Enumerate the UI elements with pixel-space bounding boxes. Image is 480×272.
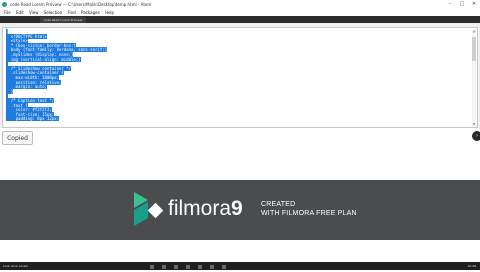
scroll-down-icon[interactable]: ▼	[472, 122, 476, 126]
scroll-up-icon[interactable]: ▲	[472, 29, 476, 33]
free-plan-line: WITH FILMORA FREE PLAN	[261, 210, 357, 217]
brand-name: filmora	[168, 197, 232, 220]
created-line: CREATED	[261, 201, 296, 208]
taskbar-apps	[150, 264, 233, 272]
atom-app-icon	[2, 2, 7, 7]
menu-selection[interactable]: Selection	[44, 9, 62, 16]
taskbar-app-icon[interactable]	[221, 265, 226, 269]
menu-help[interactable]: Help	[105, 9, 114, 16]
copied-button[interactable]: Copied	[2, 131, 33, 145]
taskbar: Look Give Lorem 10:48	[0, 262, 480, 270]
menu-edit[interactable]: Edit	[16, 9, 24, 16]
minimize-button[interactable]: –	[444, 0, 456, 9]
code-textarea[interactable]: { <!DOCTYPE html> <style> * {box-sizing:…	[2, 27, 478, 128]
close-button[interactable]: ✕	[468, 0, 480, 9]
chevron-right-icon[interactable]: ›	[472, 131, 480, 141]
maximize-button[interactable]: □	[456, 0, 468, 9]
scrollbar-thumb[interactable]	[472, 37, 476, 61]
taskbar-app-icon[interactable]	[209, 265, 214, 269]
menu-file[interactable]: File	[4, 9, 11, 16]
filmora-logo-icon	[134, 192, 164, 226]
tab-strip: code Read Lorem Preview	[0, 16, 480, 23]
taskbar-app-icon[interactable]	[161, 265, 166, 269]
taskbar-app-icon[interactable]	[197, 265, 202, 269]
taskbar-app-icon[interactable]	[173, 265, 178, 269]
code-line: padding: 8px 12px;	[6, 116, 107, 122]
taskbar-app-icon[interactable]	[150, 265, 154, 269]
menu-find[interactable]: Find	[68, 9, 76, 16]
selected-code-text: padding: 8px 12px;	[6, 116, 59, 122]
created-with-text: CREATED WITH FILMORA FREE PLAN	[261, 200, 357, 218]
brand-version: 9	[231, 197, 243, 220]
menu-bar: File Edit View Selection Find Packages H…	[0, 9, 480, 16]
window-title: code Read Lorem Preview — C:\Users\Malik…	[10, 2, 152, 7]
selected-code-text: img {vertical-align: middle;}	[6, 56, 81, 62]
vertical-scrollbar[interactable]: ▲ ▼	[472, 29, 476, 126]
taskbar-app-icon[interactable]	[185, 265, 190, 269]
watermark-banner: filmora9 CREATED WITH FILMORA FREE PLAN	[0, 180, 480, 240]
taskbar-search[interactable]: Look Give Lorem	[3, 262, 28, 270]
clock: 10:48	[467, 264, 476, 268]
code-block: { <!DOCTYPE html> <style> * {box-sizing:…	[6, 29, 108, 122]
menu-view[interactable]: View	[29, 9, 39, 16]
editor-pane: { <!DOCTYPE html> <style> * {box-sizing:…	[0, 23, 480, 128]
filmora-brand: filmora9	[168, 196, 243, 222]
menu-packages[interactable]: Packages	[81, 9, 100, 16]
